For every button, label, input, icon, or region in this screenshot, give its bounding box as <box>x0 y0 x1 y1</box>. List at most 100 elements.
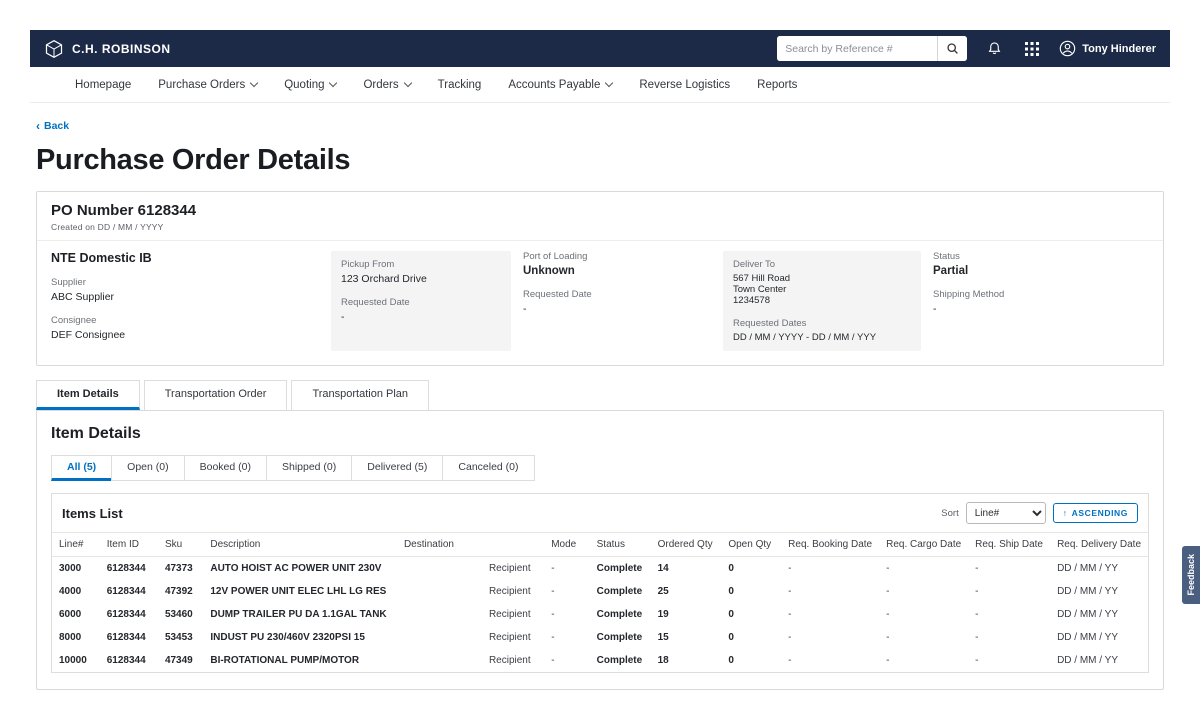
table-row: 10000612834447349BI-ROTATIONAL PUMP/MOTO… <box>52 649 1148 672</box>
nav-item-tracking[interactable]: Tracking <box>438 79 482 91</box>
nav-item-label: Quoting <box>284 79 324 91</box>
feedback-button[interactable]: Feedback <box>1182 546 1200 604</box>
po-col-status: Status Partial Shipping Method - <box>933 251 1149 351</box>
nav-item-homepage[interactable]: Homepage <box>75 79 131 91</box>
filter-tab-delivered[interactable]: Delivered (5) <box>351 455 443 481</box>
search-box <box>777 36 967 61</box>
nav-item-reports[interactable]: Reports <box>757 79 797 91</box>
table-cell: - <box>781 649 879 672</box>
pickup-requested-date-label: Requested Date <box>341 297 501 308</box>
table-cell: Complete <box>590 580 651 603</box>
page-content: ‹ Back Purchase Order Details PO Number … <box>30 103 1170 690</box>
table-row: 400061283444739212V POWER UNIT ELEC LHL … <box>52 580 1148 603</box>
table-cell: 0 <box>721 580 781 603</box>
column-header: Req. Booking Date <box>781 533 879 557</box>
table-cell: Recipient <box>397 626 544 649</box>
table-cell: - <box>879 603 968 626</box>
nav-item-label: Reports <box>757 79 797 91</box>
back-link[interactable]: ‹ Back <box>36 119 69 133</box>
sort-label: Sort <box>941 508 958 519</box>
tab-transportation-plan[interactable]: Transportation Plan <box>291 380 429 410</box>
header-actions: Tony Hinderer <box>777 36 1156 61</box>
tab-item-details[interactable]: Item Details <box>36 380 140 410</box>
po-col-parties: NTE Domestic IB Supplier ABC Supplier Co… <box>51 251 319 351</box>
po-col-deliver: Deliver To 567 Hill Road Town Center 123… <box>723 251 921 351</box>
chevron-down-icon <box>250 79 258 87</box>
table-cell: - <box>968 580 1050 603</box>
table-cell: AUTO HOIST AC POWER UNIT 230V <box>203 557 397 581</box>
port-of-loading-label: Port of Loading <box>523 251 711 262</box>
table-cell: Complete <box>590 557 651 581</box>
filter-tab-canceled[interactable]: Canceled (0) <box>442 455 534 481</box>
status-label: Status <box>933 251 1149 262</box>
brand-name: C.H. ROBINSON <box>72 42 171 56</box>
items-table-header-row: Line#Item IDSkuDescriptionDestinationMod… <box>52 533 1148 557</box>
shipping-method-label: Shipping Method <box>933 289 1149 300</box>
pickup-from-label: Pickup From <box>341 259 501 270</box>
port-requested-date-value: - <box>523 303 711 315</box>
column-header: Mode <box>544 533 589 557</box>
table-cell: - <box>781 557 879 581</box>
table-cell: - <box>968 603 1050 626</box>
table-cell: 10000 <box>52 649 100 672</box>
search-input[interactable] <box>777 36 937 61</box>
table-row: 8000612834453453INDUST PU 230/460V 2320P… <box>52 626 1148 649</box>
table-cell: - <box>544 649 589 672</box>
table-cell: Complete <box>590 603 651 626</box>
item-details-card: Item Details All (5) Open (0) Booked (0)… <box>36 410 1164 690</box>
deliver-to-line3: 1234578 <box>733 295 911 306</box>
column-header: Status <box>590 533 651 557</box>
sort-select[interactable]: Line# <box>966 502 1046 524</box>
app-header: C.H. ROBINSON <box>30 30 1170 67</box>
consignee-label: Consignee <box>51 315 319 326</box>
column-header: Open Qty <box>721 533 781 557</box>
table-cell: 47392 <box>158 580 203 603</box>
table-cell: 47373 <box>158 557 203 581</box>
table-cell: 0 <box>721 557 781 581</box>
nav-item-label: Tracking <box>438 79 482 91</box>
sort-direction-button[interactable]: ↑ ASCENDING <box>1053 503 1138 523</box>
table-cell: - <box>968 557 1050 581</box>
table-cell: 6128344 <box>100 580 158 603</box>
table-cell: - <box>879 557 968 581</box>
search-button[interactable] <box>937 36 967 61</box>
table-cell: Recipient <box>397 649 544 672</box>
brand: C.H. ROBINSON <box>44 39 171 59</box>
table-cell: DD / MM / YY <box>1050 580 1148 603</box>
user-menu[interactable]: Tony Hinderer <box>1059 40 1156 57</box>
column-header: Ordered Qty <box>651 533 722 557</box>
table-cell: 53460 <box>158 603 203 626</box>
column-header: Req. Cargo Date <box>879 533 968 557</box>
column-header: Description <box>203 533 397 557</box>
table-cell: 25 <box>651 580 722 603</box>
tab-transportation-order[interactable]: Transportation Order <box>144 380 288 410</box>
po-col-pickup: Pickup From 123 Orchard Drive Requested … <box>331 251 511 351</box>
po-created-on: Created on DD / MM / YYYY <box>51 222 1149 232</box>
nav-item-reverse-logistics[interactable]: Reverse Logistics <box>639 79 730 91</box>
filter-tab-shipped[interactable]: Shipped (0) <box>266 455 352 481</box>
nav-item-orders[interactable]: Orders <box>363 79 410 91</box>
column-header: Req. Delivery Date <box>1050 533 1148 557</box>
filter-tab-open[interactable]: Open (0) <box>111 455 184 481</box>
supplier-value: ABC Supplier <box>51 291 319 303</box>
column-header: Line# <box>52 533 100 557</box>
notifications-button[interactable] <box>983 38 1005 60</box>
filter-tab-booked[interactable]: Booked (0) <box>184 455 267 481</box>
nav-item-label: Purchase Orders <box>158 79 245 91</box>
sort-controls: Sort Line# ↑ ASCENDING <box>941 502 1138 524</box>
table-cell: 6000 <box>52 603 100 626</box>
nav-item-purchase-orders[interactable]: Purchase Orders <box>158 79 257 91</box>
deliver-to-label: Deliver To <box>733 259 911 270</box>
filter-tab-all[interactable]: All (5) <box>51 455 112 481</box>
table-cell: DD / MM / YY <box>1050 649 1148 672</box>
column-header: Req. Ship Date <box>968 533 1050 557</box>
table-cell: 12V POWER UNIT ELEC LHL LG RES <box>203 580 397 603</box>
nav-item-accounts-payable[interactable]: Accounts Payable <box>508 79 612 91</box>
nav-item-quoting[interactable]: Quoting <box>284 79 336 91</box>
table-cell: - <box>544 557 589 581</box>
user-icon <box>1059 40 1076 57</box>
table-cell: 18 <box>651 649 722 672</box>
status-value: Partial <box>933 265 1149 277</box>
ascending-arrow-icon: ↑ <box>1063 508 1068 518</box>
apps-menu-button[interactable] <box>1021 38 1043 60</box>
